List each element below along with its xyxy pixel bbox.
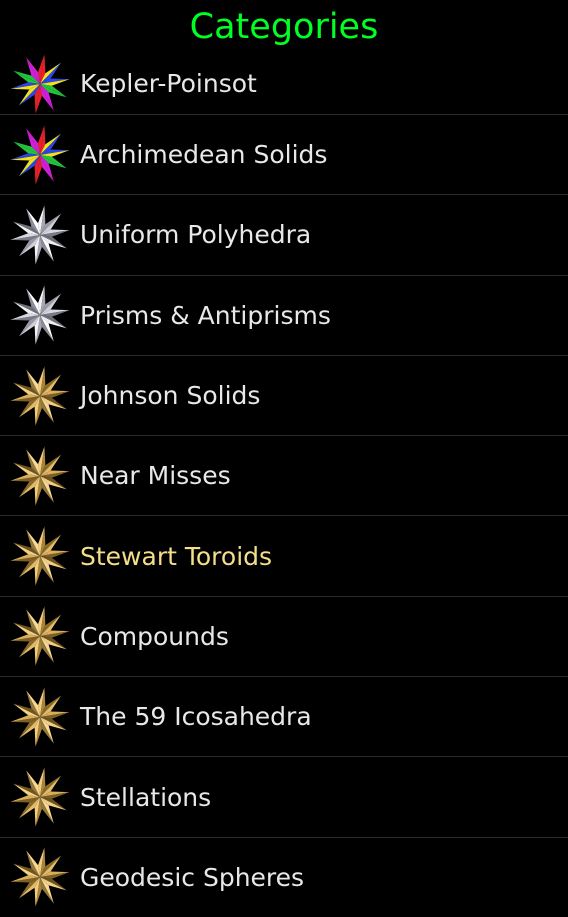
silver-star-polyhedron-icon: [6, 201, 74, 269]
category-label: Near Misses: [80, 461, 231, 491]
gold-star-polyhedron-icon: [6, 843, 74, 911]
category-list: Kepler-Poinsot Archimedean Solids Uniform …: [0, 53, 568, 917]
category-item-archimedean-solids[interactable]: Archimedean Solids: [0, 114, 568, 194]
multicolor-star-polyhedron-icon: [6, 50, 74, 118]
category-item-kepler-poinsot[interactable]: Kepler-Poinsot: [0, 53, 568, 114]
category-label: Archimedean Solids: [80, 140, 328, 170]
page-title: Categories: [189, 6, 379, 47]
gold-star-polyhedron-icon: [6, 683, 74, 751]
category-item-near-misses[interactable]: Near Misses: [0, 435, 568, 515]
category-label: Compounds: [80, 621, 229, 651]
category-label: Stellations: [80, 782, 212, 812]
category-label: Prisms & Antiprisms: [80, 300, 331, 330]
silver-star-polyhedron-icon: [6, 281, 74, 349]
category-label: Kepler-Poinsot: [80, 69, 257, 98]
header-bar: Categories: [0, 0, 568, 52]
gold-star-polyhedron-icon: [6, 362, 74, 430]
category-item-stewart-toroids[interactable]: Stewart Toroids: [0, 515, 568, 595]
category-item-uniform-polyhedra[interactable]: Uniform Polyhedra: [0, 194, 568, 274]
category-label: Stewart Toroids: [80, 541, 273, 571]
gold-star-polyhedron-icon: [6, 442, 74, 510]
category-label: Johnson Solids: [80, 381, 261, 411]
multicolor-star-polyhedron-icon: [6, 121, 74, 189]
category-item-johnson-solids[interactable]: Johnson Solids: [0, 354, 568, 435]
category-item-prisms-antiprisms[interactable]: Prisms & Antiprisms: [0, 274, 568, 355]
gold-star-polyhedron-icon: [6, 522, 74, 590]
category-item-geodesic-spheres[interactable]: Geodesic Spheres: [0, 836, 568, 917]
gold-star-polyhedron-icon: [6, 602, 74, 670]
category-item-compounds[interactable]: Compounds: [0, 595, 568, 676]
category-label: Uniform Polyhedra: [80, 220, 312, 250]
category-label: Geodesic Spheres: [80, 862, 305, 892]
category-label: The 59 Icosahedra: [80, 702, 312, 732]
gold-star-polyhedron-icon: [6, 763, 74, 831]
category-item-stellations[interactable]: Stellations: [0, 756, 568, 836]
category-item-the-59-icosahedra[interactable]: The 59 Icosahedra: [0, 676, 568, 756]
